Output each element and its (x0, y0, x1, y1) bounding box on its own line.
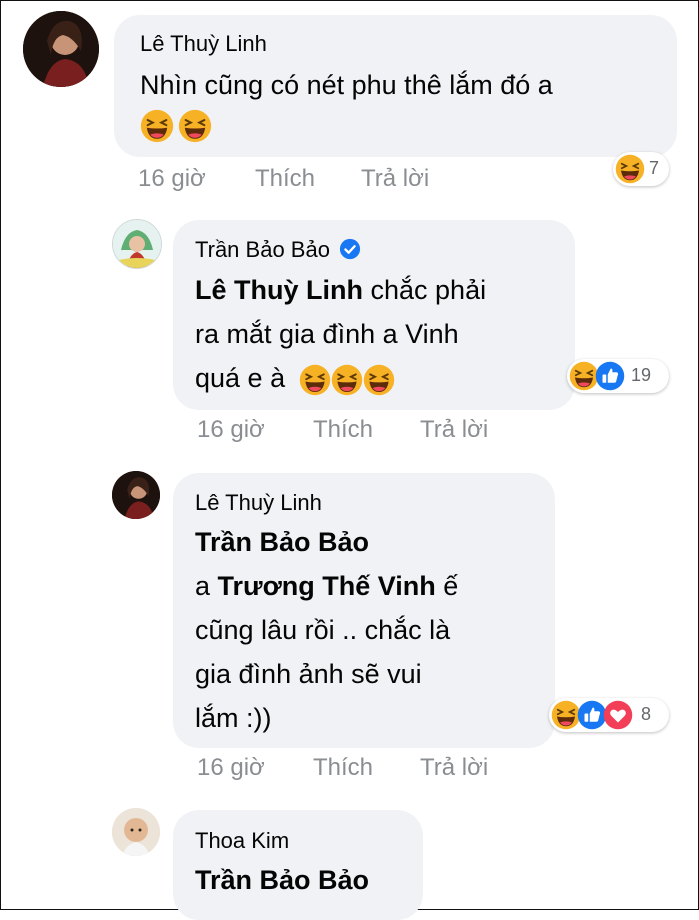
emoji-row (140, 109, 212, 143)
haha-emoji-icon (363, 364, 395, 396)
mention-link[interactable]: Trần Bảo Bảo (195, 520, 545, 564)
comment-bubble: Trần Bảo Bảo Lê Thuỳ Linh chắc phải ra m… (173, 220, 575, 410)
author-name[interactable]: Trần Bảo Bảo (195, 237, 330, 262)
comment-bubble: Lê Thuỳ Linh Trần Bảo Bảo a Trương Thế V… (173, 473, 555, 748)
comment-text: Lê Thuỳ Linh chắc phải ra mắt gia đình a… (195, 268, 565, 400)
avatar[interactable] (112, 219, 162, 269)
comment-text-part: chắc phải (363, 275, 487, 305)
verified-badge-icon (339, 238, 361, 260)
reaction-summary[interactable]: 7 (613, 152, 669, 186)
mention-link[interactable]: Trương Thế Vinh (218, 571, 436, 601)
comment-bubble: Thoa Kim Trần Bảo Bảo (173, 810, 423, 920)
like-link[interactable]: Thích (313, 754, 373, 782)
comment-author[interactable]: Trần Bảo Bảo (195, 237, 361, 263)
avatar[interactable] (112, 471, 160, 519)
comment-time[interactable]: 16 giờ (197, 416, 265, 444)
comment-text: Trần Bảo Bảo a Trương Thế Vinh ế cũng lâ… (195, 520, 545, 740)
reaction-count: 7 (649, 158, 660, 178)
like-reaction-icon (595, 361, 625, 391)
reply-link[interactable]: Trả lời (361, 165, 429, 193)
comment-text-part: a (195, 571, 218, 601)
comment-text-line: lắm :)) (195, 703, 272, 733)
emoji-row (299, 363, 395, 393)
like-link[interactable]: Thích (313, 416, 373, 444)
comment-time[interactable]: 16 giờ (197, 754, 265, 782)
avatar[interactable] (23, 11, 99, 87)
like-link[interactable]: Thích (255, 165, 315, 193)
haha-emoji-icon (615, 154, 645, 184)
avatar[interactable] (112, 808, 160, 856)
reaction-count: 19 (631, 365, 652, 385)
haha-emoji-icon (331, 364, 363, 396)
comment-author[interactable]: Lê Thuỳ Linh (195, 490, 322, 516)
comment-text: Nhìn cũng có nét phu thê lắm đó a (140, 70, 553, 100)
haha-emoji-icon (299, 364, 331, 396)
reaction-count: 8 (641, 704, 652, 724)
mention-link[interactable]: Trần Bảo Bảo (195, 858, 369, 902)
reaction-summary[interactable]: 19 (567, 359, 669, 393)
love-reaction-icon (603, 700, 633, 730)
reply-link[interactable]: Trả lời (420, 416, 488, 444)
comment-text-part: ế (435, 571, 459, 601)
comment-author[interactable]: Thoa Kim (195, 828, 289, 854)
comment-bubble: Lê Thuỳ Linh Nhìn cũng có nét phu thê lắ… (114, 15, 677, 157)
reaction-summary[interactable]: 8 (549, 698, 669, 732)
mention-link[interactable]: Lê Thuỳ Linh (195, 275, 363, 305)
comment-time[interactable]: 16 giờ (138, 165, 206, 193)
comment-text-line: gia đình ảnh sẽ vui (195, 659, 422, 689)
haha-emoji-icon (178, 109, 212, 143)
comment-text-line: quá e à (195, 363, 286, 393)
comment-text-line: cũng lâu rồi .. chắc là (195, 615, 451, 645)
comment-text-line: ra mắt gia đình a Vinh (195, 319, 459, 349)
comment-author[interactable]: Lê Thuỳ Linh (140, 31, 267, 57)
haha-emoji-icon (140, 109, 174, 143)
reply-link[interactable]: Trả lời (420, 754, 488, 782)
comment-thread: Lê Thuỳ Linh Nhìn cũng có nét phu thê lắ… (0, 0, 699, 920)
